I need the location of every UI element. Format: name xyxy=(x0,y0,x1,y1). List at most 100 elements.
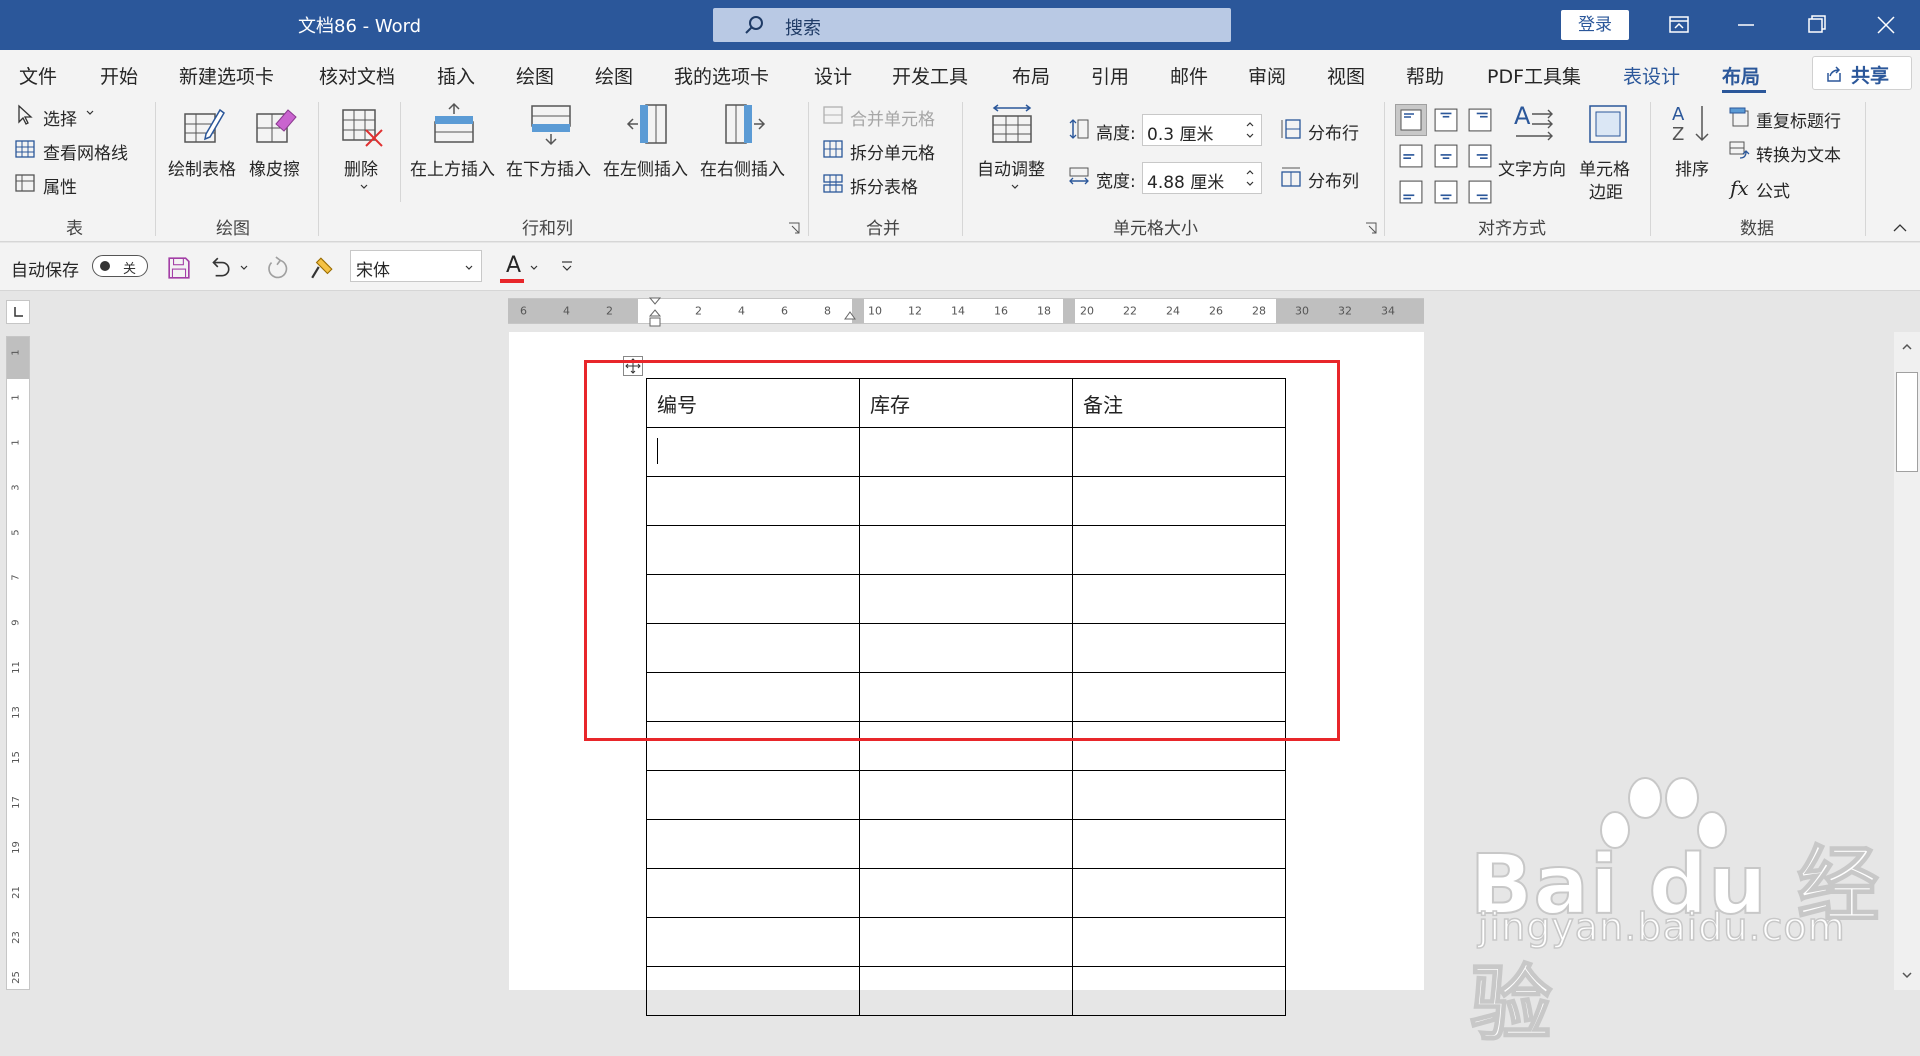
eraser-button[interactable]: 橡皮擦 xyxy=(249,155,300,180)
table-cell[interactable] xyxy=(1072,770,1286,820)
tab-mailings[interactable]: 邮件 xyxy=(1170,62,1208,89)
table-cell[interactable] xyxy=(646,868,860,918)
align-middle-right-icon[interactable] xyxy=(1468,144,1492,168)
tab-home[interactable]: 开始 xyxy=(100,62,138,89)
cell-margins-button[interactable]: 单元格 xyxy=(1579,155,1630,180)
tab-new-tab[interactable]: 新建选项卡 xyxy=(179,62,274,89)
autofit-button[interactable]: 自动调整 xyxy=(977,155,1045,180)
tab-references[interactable]: 引用 xyxy=(1091,62,1129,89)
align-middle-center-icon[interactable] xyxy=(1434,144,1458,168)
spinner-arrows-icon[interactable] xyxy=(1245,119,1255,141)
customize-toolbar-icon[interactable] xyxy=(560,259,574,273)
close-icon[interactable] xyxy=(1866,8,1906,42)
table-cell[interactable] xyxy=(859,819,1073,869)
cell-margins-button-line2[interactable]: 边距 xyxy=(1589,178,1623,203)
group-label-alignment: 对齐方式 xyxy=(1478,219,1546,239)
minimize-icon[interactable] xyxy=(1726,8,1766,42)
search-box[interactable]: 搜索 xyxy=(713,8,1231,42)
tab-view[interactable]: 视图 xyxy=(1327,62,1365,89)
login-button[interactable]: 登录 xyxy=(1561,10,1629,40)
tab-selector-button[interactable] xyxy=(6,300,30,324)
chevron-down-icon[interactable] xyxy=(238,261,250,273)
repeat-header-rows-button[interactable]: 重复标题行 xyxy=(1756,107,1841,132)
insert-above-button[interactable]: 在上方插入 xyxy=(410,155,495,180)
tab-review[interactable]: 审阅 xyxy=(1248,62,1286,89)
width-spinner[interactable]: 4.88 厘米 xyxy=(1142,162,1262,194)
select-button[interactable]: 选择 xyxy=(43,105,77,130)
tab-file[interactable]: 文件 xyxy=(19,62,57,89)
align-bottom-left-icon[interactable] xyxy=(1399,180,1423,204)
horizontal-ruler[interactable]: 6 4 2 2 4 6 8 10 12 14 16 18 20 22 24 26… xyxy=(508,298,1424,324)
insert-right-button[interactable]: 在右侧插入 xyxy=(700,155,785,180)
format-painter-icon[interactable] xyxy=(310,256,334,280)
properties-button[interactable]: 属性 xyxy=(43,173,77,198)
ribbon-display-options-icon[interactable] xyxy=(1659,8,1699,42)
redo-icon[interactable] xyxy=(265,256,289,280)
table-cell[interactable] xyxy=(1072,819,1286,869)
table-cell[interactable] xyxy=(646,966,860,1016)
merge-cells-button[interactable]: 合并单元格 xyxy=(850,105,935,130)
dialog-launcher-icon[interactable] xyxy=(788,222,800,234)
tab-insert[interactable]: 插入 xyxy=(437,62,475,89)
tab-table-design[interactable]: 表设计 xyxy=(1623,62,1680,89)
split-table-button[interactable]: 拆分表格 xyxy=(850,173,918,198)
align-middle-left-icon[interactable] xyxy=(1399,144,1423,168)
tab-table-layout[interactable]: 布局 xyxy=(1722,62,1760,89)
split-cells-button[interactable]: 拆分单元格 xyxy=(850,139,935,164)
view-gridlines-button[interactable]: 查看网格线 xyxy=(43,139,128,164)
tab-proofread[interactable]: 核对文档 xyxy=(319,62,395,89)
font-name-select[interactable]: 宋体 xyxy=(350,250,482,282)
align-top-left-button[interactable] xyxy=(1395,104,1427,136)
font-color-button[interactable]: A xyxy=(500,251,528,285)
table-cell[interactable] xyxy=(859,868,1073,918)
tab-draw-2[interactable]: 绘图 xyxy=(595,62,633,89)
tab-pdf-tools[interactable]: PDF工具集 xyxy=(1487,62,1581,89)
sort-button[interactable]: 排序 xyxy=(1675,155,1709,180)
align-bottom-right-icon[interactable] xyxy=(1468,180,1492,204)
formula-button[interactable]: 公式 xyxy=(1756,177,1790,202)
chevron-down-icon[interactable] xyxy=(528,261,540,273)
table-cell[interactable] xyxy=(1072,917,1286,967)
autosave-toggle[interactable]: 关 xyxy=(92,255,148,277)
tab-draw-1[interactable]: 绘图 xyxy=(516,62,554,89)
vertical-ruler[interactable]: 1 1 1 3 5 7 9 11 13 15 17 19 21 23 25 xyxy=(6,336,30,990)
undo-icon[interactable] xyxy=(208,256,232,280)
align-bottom-center-icon[interactable] xyxy=(1434,180,1458,204)
share-button[interactable]: 共享 xyxy=(1812,56,1912,90)
collapse-ribbon-icon[interactable] xyxy=(1892,222,1908,234)
tab-design[interactable]: 设计 xyxy=(814,62,852,89)
ruler-label: 30 xyxy=(1295,306,1309,318)
restore-icon[interactable] xyxy=(1796,8,1836,42)
draw-table-button[interactable]: 绘制表格 xyxy=(168,155,236,180)
distribute-columns-button[interactable]: 分布列 xyxy=(1308,167,1359,192)
tab-developer[interactable]: 开发工具 xyxy=(892,62,968,89)
table-cell[interactable] xyxy=(1072,868,1286,918)
properties-icon xyxy=(15,174,35,192)
align-top-center-icon[interactable] xyxy=(1434,108,1458,132)
tab-my-tab[interactable]: 我的选项卡 xyxy=(674,62,769,89)
spinner-arrows-icon[interactable] xyxy=(1245,167,1255,189)
distribute-rows-button[interactable]: 分布行 xyxy=(1308,119,1359,144)
align-top-right-icon[interactable] xyxy=(1468,108,1492,132)
indent-marker-icon[interactable] xyxy=(648,296,662,330)
height-spinner[interactable]: 0.3 厘米 xyxy=(1142,114,1262,146)
save-icon[interactable] xyxy=(167,256,191,280)
table-cell[interactable] xyxy=(859,917,1073,967)
table-cell[interactable] xyxy=(1072,966,1286,1016)
tab-layout[interactable]: 布局 xyxy=(1012,62,1050,89)
delete-button[interactable]: 删除 xyxy=(344,155,378,180)
table-cell[interactable] xyxy=(646,917,860,967)
convert-to-text-button[interactable]: 转换为文本 xyxy=(1756,141,1841,166)
scrollbar-thumb[interactable] xyxy=(1896,372,1918,472)
tab-help[interactable]: 帮助 xyxy=(1406,62,1444,89)
hanging-indent-marker-icon[interactable] xyxy=(843,310,857,326)
dialog-launcher-icon[interactable] xyxy=(1365,222,1377,234)
table-cell[interactable] xyxy=(646,819,860,869)
table-cell[interactable] xyxy=(646,770,860,820)
insert-left-button[interactable]: 在左侧插入 xyxy=(603,155,688,180)
table-cell[interactable] xyxy=(859,966,1073,1016)
scroll-up-icon[interactable] xyxy=(1898,338,1916,356)
insert-below-button[interactable]: 在下方插入 xyxy=(506,155,591,180)
table-cell[interactable] xyxy=(859,770,1073,820)
text-direction-button[interactable]: 文字方向 xyxy=(1498,155,1566,180)
